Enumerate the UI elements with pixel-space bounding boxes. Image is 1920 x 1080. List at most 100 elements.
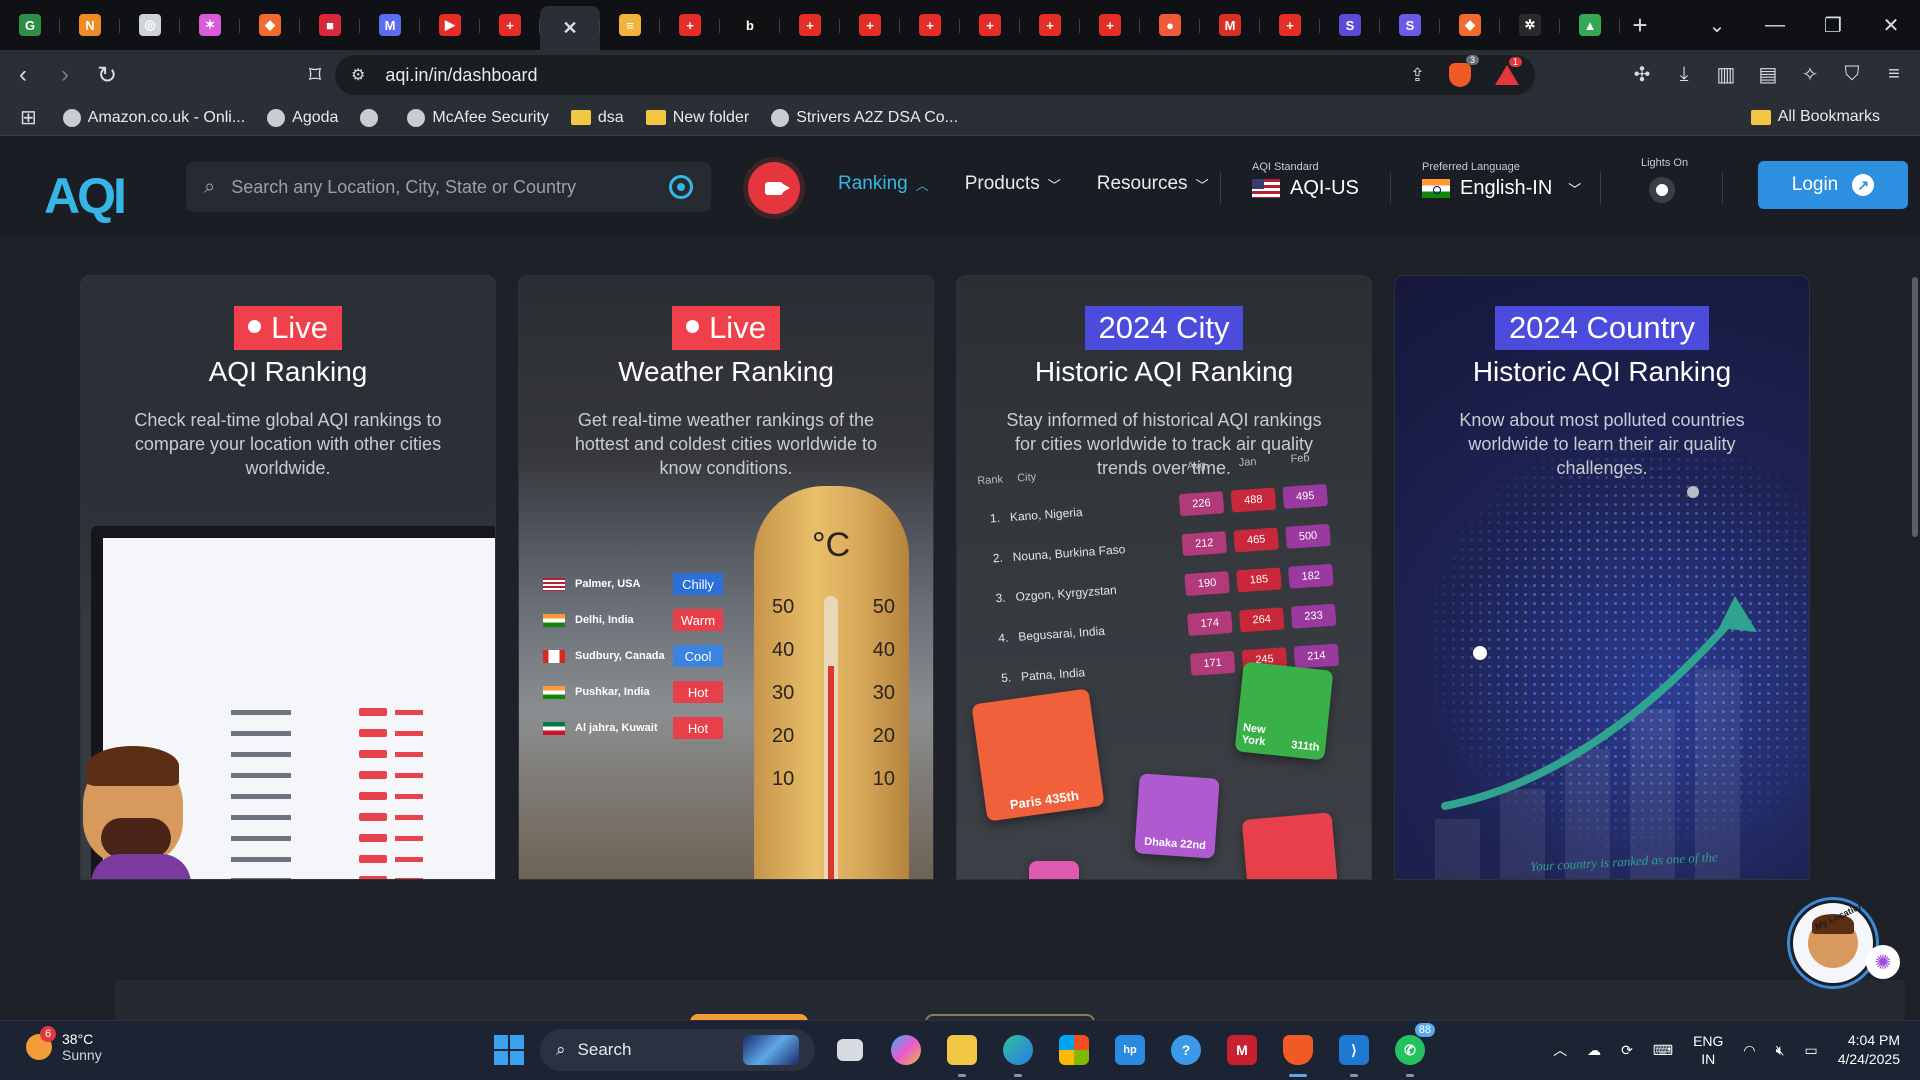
browser-tab[interactable]: M xyxy=(1200,5,1260,45)
card-live-aqi-ranking[interactable]: Live AQI Ranking Check real-time global … xyxy=(80,275,496,880)
browser-tab[interactable]: S xyxy=(1320,5,1380,45)
browser-tab[interactable]: ◆ xyxy=(1440,5,1500,45)
wallet-icon[interactable]: ▤ xyxy=(1756,60,1780,88)
speaker-muted-icon[interactable]: 🔇︎ xyxy=(1776,1042,1785,1059)
onedrive-icon[interactable]: ☁ xyxy=(1587,1042,1601,1059)
extensions-icon[interactable]: ✣ xyxy=(1630,60,1654,88)
browser-tab[interactable]: ◎ xyxy=(120,5,180,45)
minimize-button[interactable]: — xyxy=(1746,14,1804,37)
vscode-icon[interactable]: ⟩ xyxy=(1333,1029,1375,1077)
url-text[interactable]: aqi.in/in/dashboard xyxy=(385,65,537,86)
card-live-weather-ranking[interactable]: Palmer, USA Chilly Delhi, India Warm Sudbury… xyxy=(518,275,934,880)
login-button[interactable]: Login ↗ xyxy=(1758,161,1908,209)
browser-tab[interactable]: + xyxy=(960,5,1020,45)
aqi-logo[interactable]: AQI xyxy=(44,167,127,225)
vpn-icon[interactable]: ⛉ xyxy=(1840,60,1864,88)
bookmark-item[interactable]: McAfee Security xyxy=(407,108,549,127)
browser-tab[interactable]: + xyxy=(1020,5,1080,45)
browser-tab[interactable]: + xyxy=(840,5,900,45)
all-bookmarks-folder[interactable]: All Bookmarks xyxy=(1750,108,1880,126)
copilot-icon[interactable] xyxy=(885,1029,927,1071)
browser-tab[interactable]: + xyxy=(660,5,720,45)
restore-button[interactable]: ❐ xyxy=(1804,13,1862,38)
site-settings-icon[interactable]: ⚙ xyxy=(351,65,365,85)
share-icon[interactable]: ⇪ xyxy=(1410,65,1425,86)
browser-tab[interactable]: + xyxy=(1080,5,1140,45)
record-video-button[interactable] xyxy=(748,162,800,214)
close-icon[interactable]: ✕ xyxy=(559,17,581,39)
browser-tab[interactable]: ◆ xyxy=(240,5,300,45)
sync-icon[interactable]: ⟳ xyxy=(1621,1042,1633,1059)
myhp-icon[interactable]: hp xyxy=(1109,1029,1151,1071)
browser-tab[interactable]: ✲ xyxy=(1500,5,1560,45)
browser-tab[interactable]: S xyxy=(1380,5,1440,45)
nav-resources[interactable]: Resources ﹀ xyxy=(1097,173,1209,195)
language-selector[interactable]: Preferred Language English-IN ﹀ xyxy=(1422,161,1581,200)
back-button[interactable]: ‹ xyxy=(4,56,42,94)
browser-tab[interactable]: ▲ xyxy=(1560,5,1620,45)
card-2024-country-historic-ranking[interactable]: Your country is ranked as one of the 202… xyxy=(1394,275,1810,880)
browser-tab[interactable]: ▶ xyxy=(420,5,480,45)
browser-tab[interactable]: G xyxy=(0,5,60,45)
get-help-icon[interactable]: ? xyxy=(1165,1029,1207,1071)
bookmark-icon[interactable]: ⌑ xyxy=(296,56,334,94)
microsoft-store-icon[interactable] xyxy=(1053,1029,1095,1071)
battery-icon[interactable]: ▭ xyxy=(1804,1042,1817,1059)
whatsapp-icon[interactable]: ✆ 88 xyxy=(1389,1023,1435,1077)
bookmark-item[interactable]: dsa xyxy=(570,109,624,127)
browser-tab[interactable]: ✶ xyxy=(180,5,240,45)
bookmark-item[interactable]: Amazon.co.uk - Onli... xyxy=(62,108,245,127)
close-window-button[interactable]: ✕ xyxy=(1862,13,1920,38)
forward-button[interactable]: › xyxy=(46,56,84,94)
tab-search-icon[interactable]: ⌄ xyxy=(1688,13,1746,38)
task-view-icon[interactable] xyxy=(829,1029,871,1071)
brave-shields-icon[interactable]: 3 xyxy=(1449,55,1479,87)
browser-tab[interactable]: + xyxy=(900,5,960,45)
sidebar-icon[interactable]: ▥ xyxy=(1714,60,1738,88)
brave-rewards-icon[interactable]: 1 xyxy=(1495,57,1523,85)
locate-me-icon[interactable] xyxy=(669,175,693,199)
file-explorer-icon[interactable] xyxy=(941,1029,983,1077)
aqi-standard-selector[interactable]: AQI Standard AQI-US xyxy=(1252,161,1359,200)
new-tab-button[interactable]: + xyxy=(1620,5,1660,45)
browser-tab[interactable]: + xyxy=(1260,5,1320,45)
nav-products[interactable]: Products ﹀ xyxy=(965,173,1061,195)
keyboard-icon[interactable]: ⌨ xyxy=(1653,1042,1673,1059)
page-scrollbar[interactable] xyxy=(1912,277,1920,827)
browser-tab[interactable]: + xyxy=(480,5,540,45)
browser-tab[interactable]: ✕ xyxy=(540,6,600,50)
address-bar[interactable]: ⚙ aqi.in/in/dashboard ⇪ 3 1 xyxy=(335,55,1535,95)
taskbar-search[interactable]: ⌕ Search xyxy=(540,1029,815,1071)
reload-button[interactable]: ↻ xyxy=(88,56,126,94)
browser-tab[interactable]: + xyxy=(780,5,840,45)
menu-icon[interactable]: ≡ xyxy=(1882,60,1906,88)
browser-tab[interactable]: M xyxy=(360,5,420,45)
wifi-icon[interactable]: ◠ xyxy=(1743,1042,1755,1059)
clock[interactable]: 4:04 PM 4/24/2025 xyxy=(1838,1031,1900,1069)
bookmark-item[interactable]: Agoda xyxy=(267,108,338,127)
nav-ranking[interactable]: Ranking ︿ xyxy=(838,173,929,195)
edge-icon[interactable] xyxy=(997,1029,1039,1077)
location-search[interactable]: ⌕ xyxy=(186,162,711,212)
browser-tab[interactable]: N xyxy=(60,5,120,45)
browser-tab[interactable]: ■ xyxy=(300,5,360,45)
weather-widget[interactable]: 6 38°C Sunny xyxy=(26,1026,102,1063)
browser-tab[interactable]: ≡ xyxy=(600,5,660,45)
downloads-icon[interactable]: ⤓ xyxy=(1672,60,1696,88)
lights-toggle[interactable] xyxy=(1649,177,1675,203)
bookmark-item[interactable]: Strivers A2Z DSA Co... xyxy=(771,108,958,127)
browser-tab[interactable]: ● xyxy=(1140,5,1200,45)
bookmark-item[interactable]: New folder xyxy=(645,109,749,127)
card-2024-city-historic-ranking[interactable]: Rank City Avg. Jan Feb 1. Kano, Nigeria 226 488… xyxy=(956,275,1372,880)
location-search-input[interactable] xyxy=(231,176,669,198)
my-location-mascot-button[interactable]: My Location xyxy=(1790,900,1876,986)
start-button[interactable] xyxy=(492,1033,526,1067)
bookmark-item[interactable] xyxy=(360,108,385,127)
input-language[interactable]: ENG IN xyxy=(1693,1032,1723,1068)
browser-tab[interactable]: b xyxy=(720,5,780,45)
chevron-up-icon[interactable]: ︿ xyxy=(1553,1040,1567,1060)
brave-browser-icon[interactable] xyxy=(1277,1029,1319,1077)
leo-ai-icon[interactable]: ✧ xyxy=(1798,60,1822,88)
apps-grid-icon[interactable]: ⊞ xyxy=(20,105,37,130)
mcafee-icon[interactable]: M xyxy=(1221,1029,1263,1071)
